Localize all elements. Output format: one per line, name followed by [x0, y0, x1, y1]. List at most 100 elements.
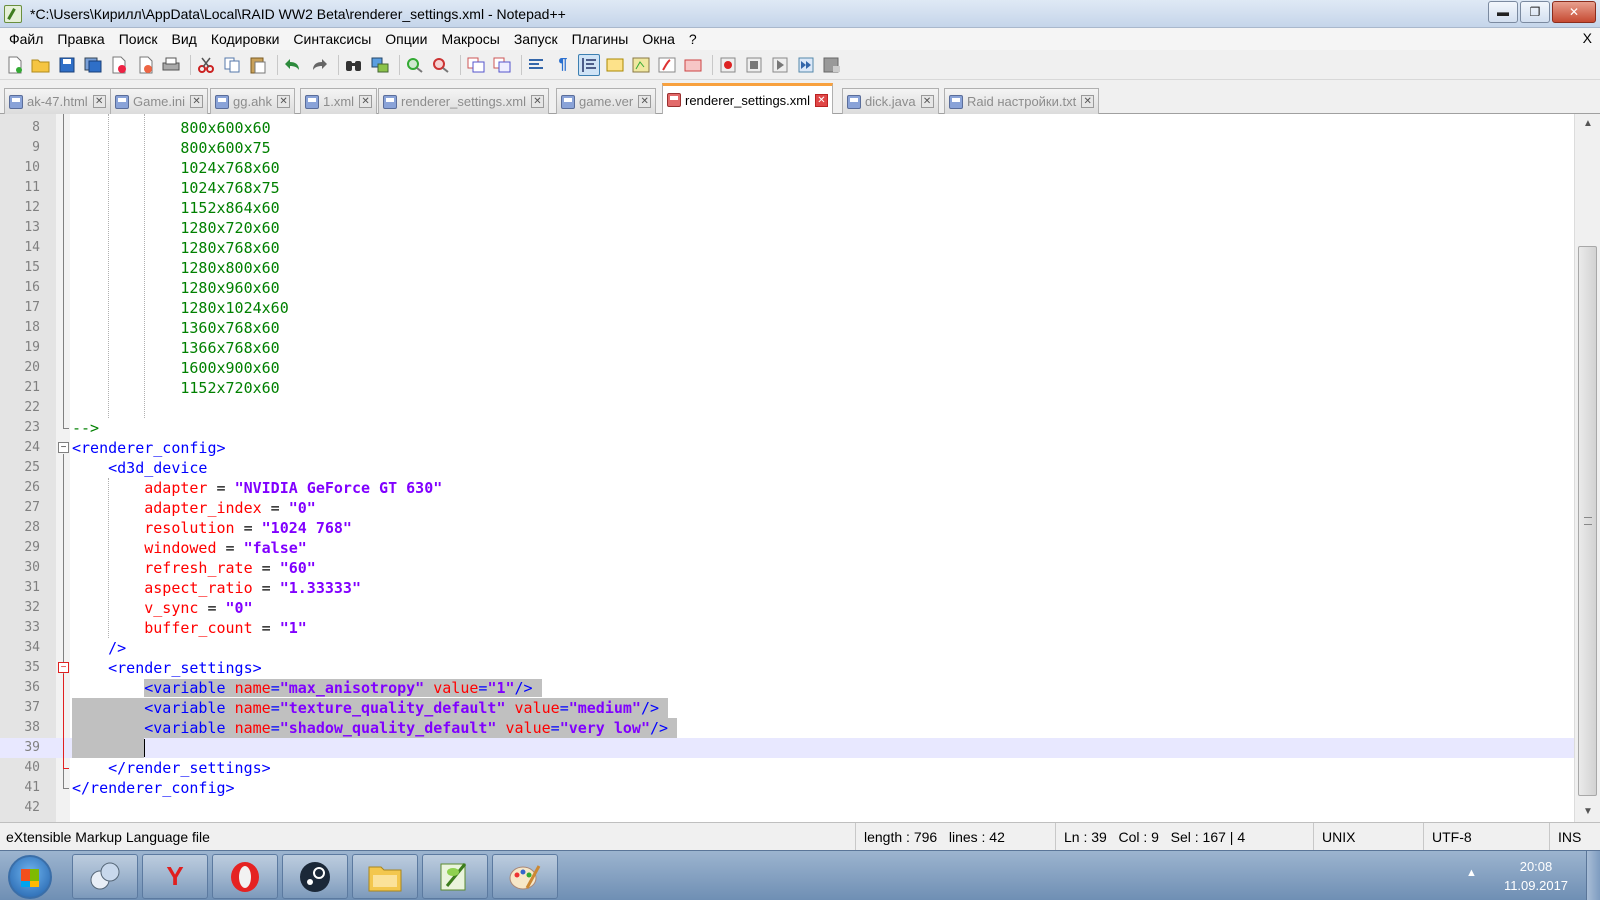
code-text[interactable]: <variable name="shadow_quality_default" …	[72, 718, 678, 738]
code-text[interactable]: 1366x768x60	[72, 338, 279, 358]
tab-close-icon[interactable]: ✕	[638, 95, 652, 108]
show-desktop-button[interactable]	[1586, 851, 1600, 900]
scroll-up-icon[interactable]: ▲	[1579, 116, 1597, 132]
code-lines[interactable]: 8 800x600x60 9 800x600x75 10 1024x768x60 11…	[0, 114, 1574, 822]
code-line[interactable]: 15 1280x800x60	[0, 258, 1574, 278]
code-text[interactable]: <variable name="texture_quality_default"…	[72, 698, 669, 718]
tab-close-icon[interactable]: ✕	[190, 95, 204, 108]
menu-edit[interactable]: Правка	[50, 28, 111, 50]
paste-icon[interactable]	[247, 54, 269, 76]
scroll-thumb[interactable]	[1578, 246, 1597, 796]
code-text[interactable]: <d3d_device	[72, 458, 207, 478]
status-encoding[interactable]: UTF-8	[1426, 823, 1550, 851]
menu-file[interactable]: Файл	[2, 28, 50, 50]
code-text[interactable]: aspect_ratio = "1.33333"	[72, 578, 361, 598]
sync-vertical-icon[interactable]	[465, 54, 487, 76]
code-line[interactable]: 9 800x600x75	[0, 138, 1574, 158]
code-line[interactable]: 37 <variable name="texture_quality_defau…	[0, 698, 1574, 718]
function-list-icon[interactable]	[656, 54, 678, 76]
code-text[interactable]: 1280x960x60	[72, 278, 279, 298]
code-line[interactable]: 20 1600x900x60	[0, 358, 1574, 378]
fold-toggle-icon[interactable]: −	[58, 442, 69, 453]
code-text[interactable]: 1280x1024x60	[72, 298, 288, 318]
tab-1-xml[interactable]: 1.xml ✕	[300, 88, 378, 114]
code-text[interactable]: adapter = "NVIDIA GeForce GT 630"	[72, 478, 442, 498]
indent-guide-icon[interactable]	[578, 53, 600, 76]
explorer-icon[interactable]	[352, 854, 418, 899]
status-eol[interactable]: UNIX	[1316, 823, 1424, 851]
minimize-button[interactable]: ▬	[1488, 1, 1518, 23]
code-text[interactable]: </renderer_config>	[72, 778, 235, 798]
code-text[interactable]: 1280x800x60	[72, 258, 279, 278]
save-macro-icon[interactable]	[821, 54, 843, 76]
replace-icon[interactable]	[369, 54, 391, 76]
code-line[interactable]: 32 v_sync = "0"	[0, 598, 1574, 618]
tab-close-icon[interactable]: ✕	[92, 95, 106, 108]
fold-toggle-icon[interactable]: −	[58, 662, 69, 673]
yandex-icon[interactable]: Y	[142, 854, 208, 899]
vertical-scrollbar[interactable]: ▲ ▼	[1574, 114, 1600, 822]
stop-macro-icon[interactable]	[743, 54, 765, 76]
sync-horizontal-icon[interactable]	[491, 54, 513, 76]
doc-map-icon[interactable]	[630, 54, 652, 76]
code-text[interactable]: resolution = "1024 768"	[72, 518, 352, 538]
save-all-icon[interactable]	[82, 54, 104, 76]
copy-icon[interactable]	[221, 54, 243, 76]
code-line[interactable]: 23 -->	[0, 418, 1574, 438]
code-text[interactable]: 1280x720x60	[72, 218, 279, 238]
code-line[interactable]: 16 1280x960x60	[0, 278, 1574, 298]
code-line[interactable]: 19 1366x768x60	[0, 338, 1574, 358]
menu-run[interactable]: Запуск	[507, 28, 565, 50]
tab-gg-ahk[interactable]: gg.ahk ✕	[210, 88, 296, 114]
code-line[interactable]: 18 1360x768x60	[0, 318, 1574, 338]
close-all-icon[interactable]	[134, 54, 156, 76]
code-line[interactable]: 29 windowed = "false"	[0, 538, 1574, 558]
steam-icon[interactable]	[282, 854, 348, 899]
windows-start-icon[interactable]	[8, 855, 52, 899]
code-line[interactable]: 27 adapter_index = "0"	[0, 498, 1574, 518]
code-line[interactable]: 14 1280x768x60	[0, 238, 1574, 258]
code-text[interactable]: 1360x768x60	[72, 318, 279, 338]
tab-game-ini[interactable]: Game.ini ✕	[110, 88, 209, 114]
tab-renderer-settings-xml[interactable]: renderer_settings.xml ✕	[378, 88, 549, 114]
code-line[interactable]: 25 <d3d_device	[0, 458, 1574, 478]
menu-help[interactable]: ?	[682, 28, 704, 50]
code-text[interactable]: 800x600x60	[72, 118, 270, 138]
zoom-in-icon[interactable]	[404, 54, 426, 76]
menu-encoding[interactable]: Кодировки	[204, 28, 287, 50]
code-text[interactable]: 800x600x75	[72, 138, 270, 158]
code-line[interactable]: 21 1152x720x60	[0, 378, 1574, 398]
network-icon[interactable]	[72, 854, 138, 899]
run-macro-multiple-icon[interactable]	[795, 54, 817, 76]
folder-workspace-icon[interactable]	[682, 54, 704, 76]
tab-close-icon[interactable]: ✕	[1081, 95, 1095, 108]
code-line[interactable]: 36 <variable name="max_anisotropy" value…	[0, 678, 1574, 698]
tab-raid-settings-txt[interactable]: Raid настройки.txt ✕	[944, 88, 1100, 114]
zoom-out-icon[interactable]	[430, 54, 452, 76]
maximize-button[interactable]: ❐	[1520, 1, 1550, 23]
code-text[interactable]: 1024x768x75	[72, 178, 279, 198]
find-icon[interactable]	[343, 54, 365, 76]
code-text[interactable]: 1152x720x60	[72, 378, 279, 398]
code-text[interactable]: 1280x768x60	[72, 238, 279, 258]
word-wrap-icon[interactable]	[526, 54, 548, 76]
code-line[interactable]: 11 1024x768x75	[0, 178, 1574, 198]
print-icon[interactable]	[160, 54, 182, 76]
udl-icon[interactable]	[604, 54, 626, 76]
tab-close-icon[interactable]: ✕	[531, 95, 544, 108]
code-line[interactable]: 31 aspect_ratio = "1.33333"	[0, 578, 1574, 598]
tab-close-icon[interactable]: ✕	[277, 95, 291, 108]
code-editor[interactable]: 8 800x600x60 9 800x600x75 10 1024x768x60 11…	[0, 114, 1600, 822]
undo-icon[interactable]	[282, 54, 304, 76]
tab-ak-47-html[interactable]: ak-47.html ✕	[4, 88, 111, 114]
notepadpp-icon[interactable]	[422, 854, 488, 899]
menu-search[interactable]: Поиск	[112, 28, 165, 50]
tab-close-icon[interactable]: ✕	[359, 95, 373, 108]
close-document-button[interactable]: X	[1583, 30, 1592, 46]
open-file-icon[interactable]	[30, 54, 52, 76]
paint-icon[interactable]	[492, 854, 558, 899]
code-line[interactable]: 22	[0, 398, 1574, 418]
record-macro-icon[interactable]	[717, 54, 739, 76]
code-line[interactable]: 17 1280x1024x60	[0, 298, 1574, 318]
menu-plugins[interactable]: Плагины	[565, 28, 636, 50]
